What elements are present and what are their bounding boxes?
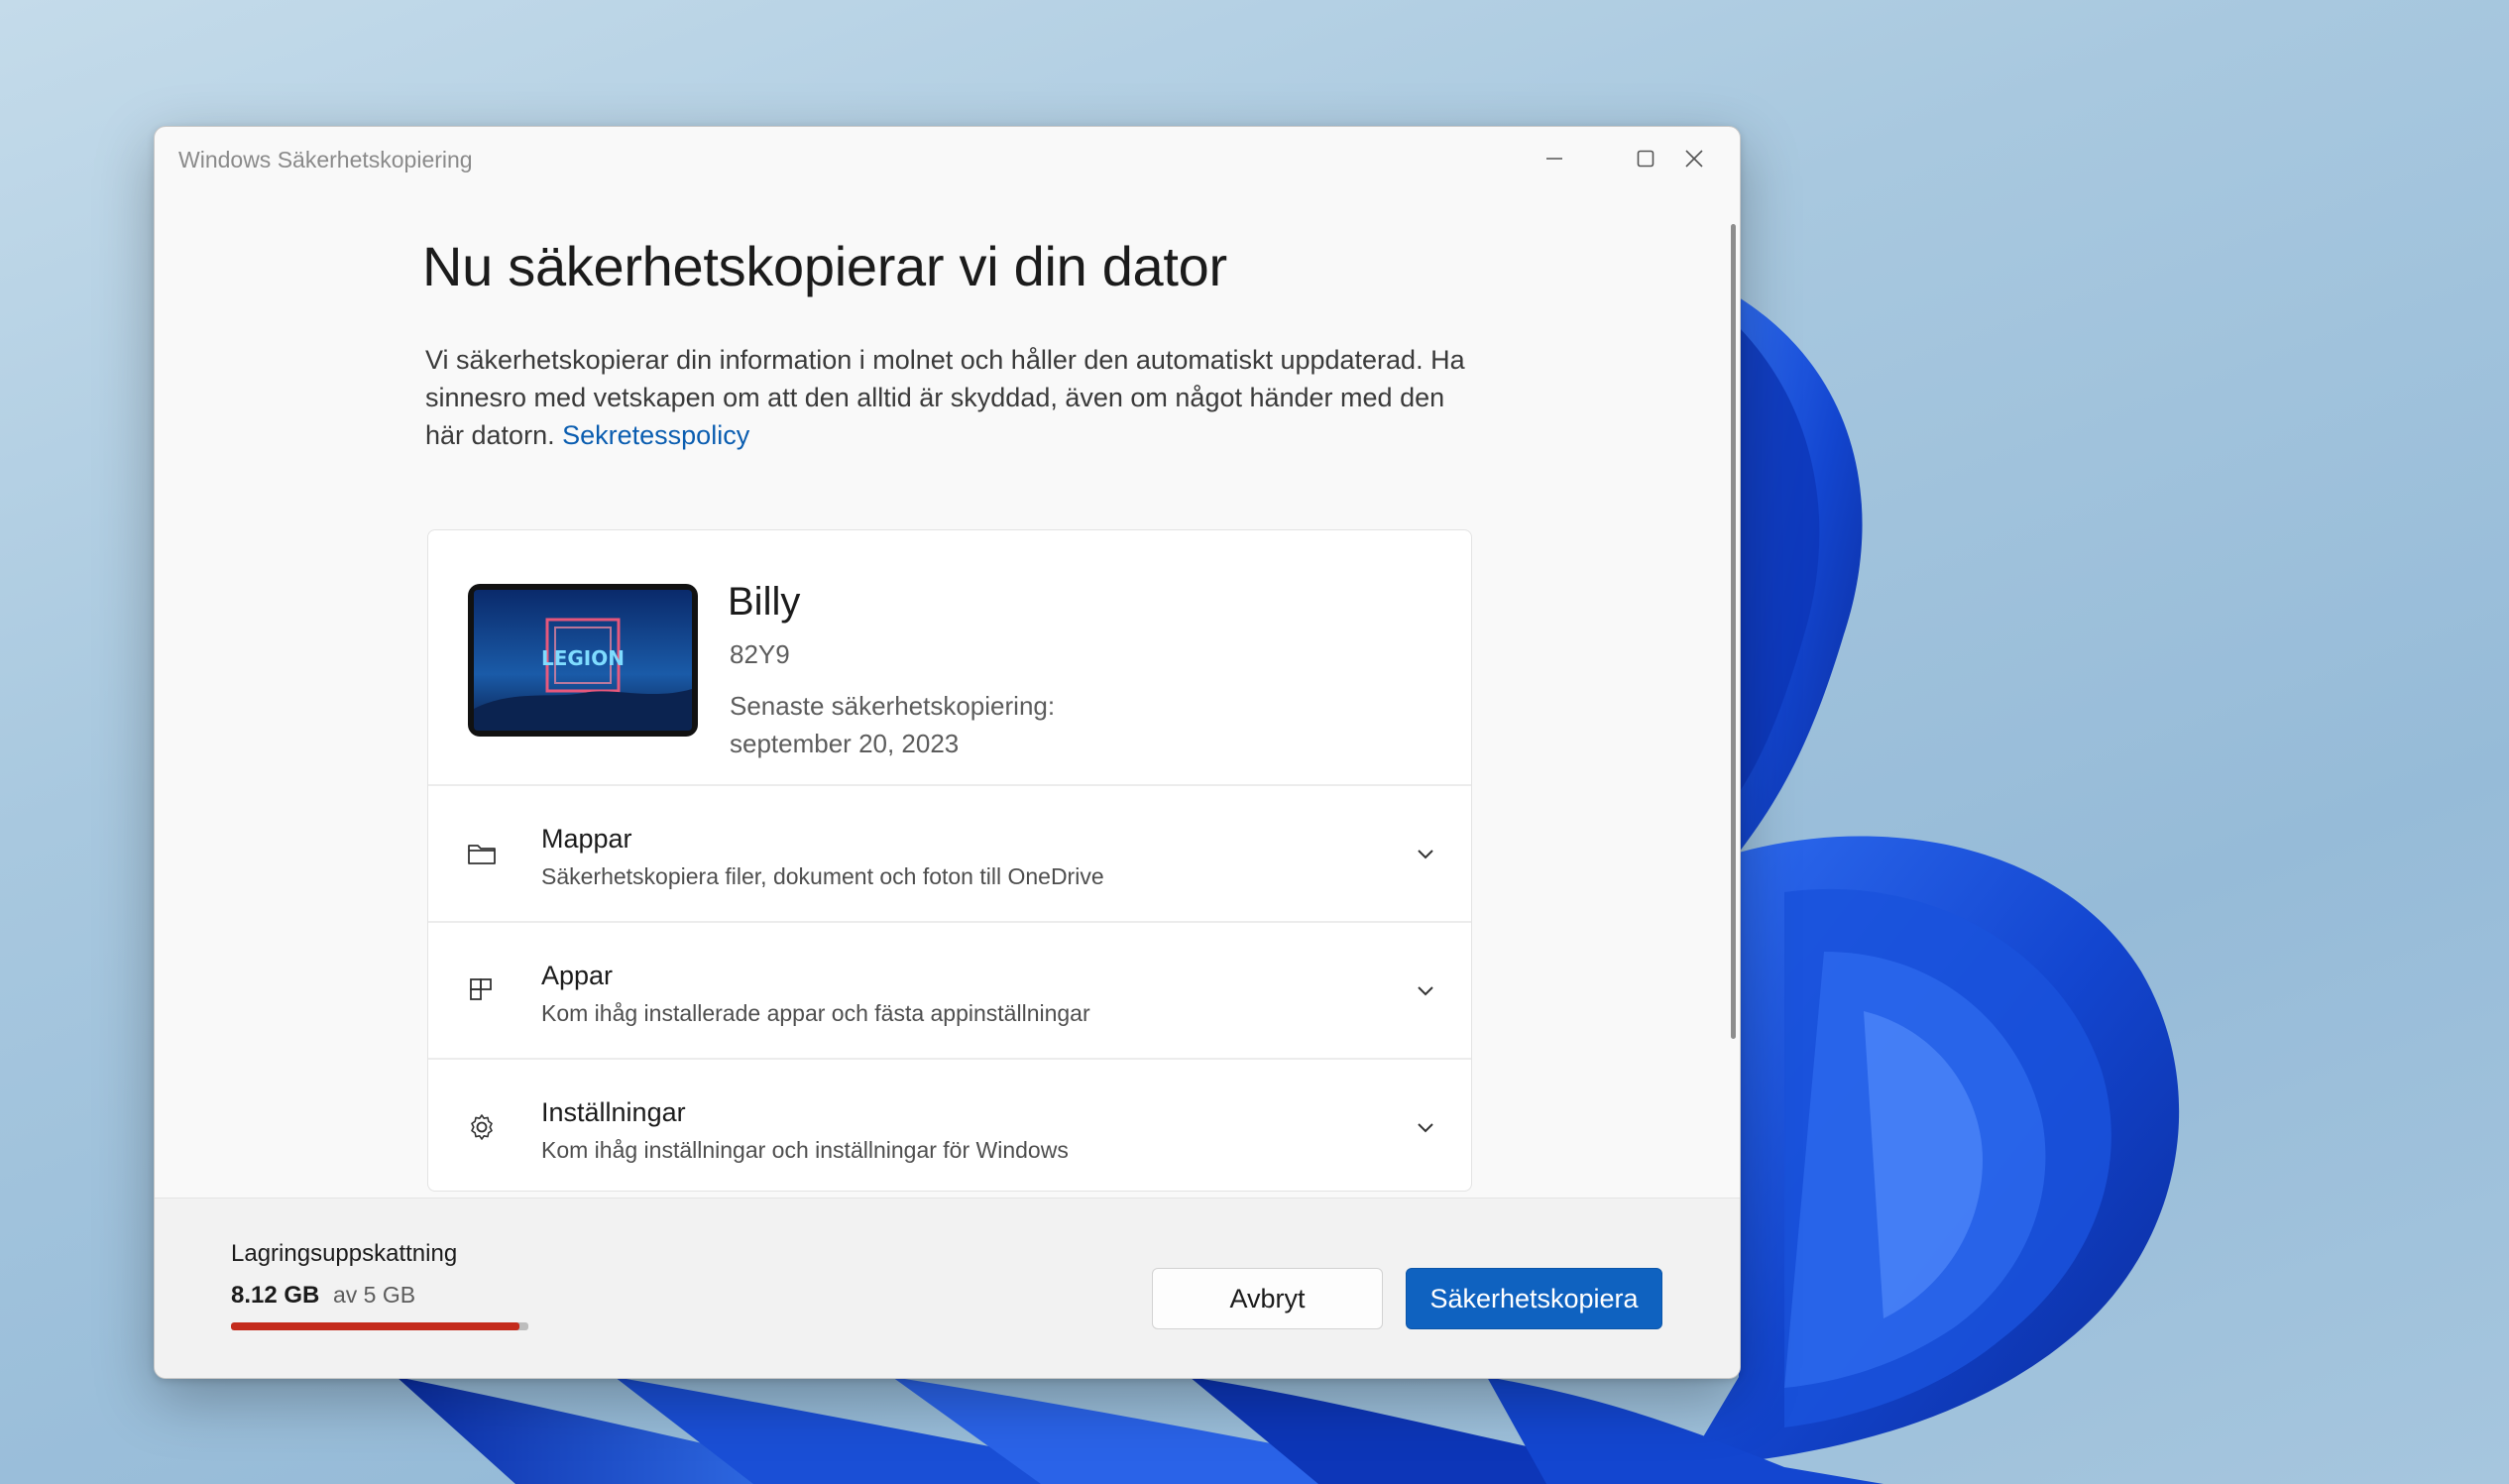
section-title: Mappar xyxy=(541,824,632,854)
minimize-icon xyxy=(1546,158,1562,160)
description: Vi säkerhetskopierar din information i m… xyxy=(425,341,1471,454)
privacy-policy-link[interactable]: Sekretesspolicy xyxy=(562,420,749,450)
last-backup-date: september 20, 2023 xyxy=(730,729,960,758)
chevron-down-icon[interactable] xyxy=(1414,978,1437,1002)
storage-estimate-label: Lagringsuppskattning xyxy=(231,1240,458,1267)
device-thumbnail: LEGION xyxy=(468,584,698,737)
thumbnail-text: LEGION xyxy=(541,646,625,670)
last-backup-label: Senaste säkerhetskopiering: xyxy=(730,691,1056,721)
device-name: Billy xyxy=(728,580,801,624)
gear-icon xyxy=(471,1114,493,1140)
backup-window: Windows Säkerhetskopiering Nu säkerhetsk… xyxy=(154,126,1741,1379)
chevron-down-icon[interactable] xyxy=(1414,1115,1437,1139)
storage-used: 8.12 GB xyxy=(231,1282,320,1309)
vertical-scrollbar[interactable] xyxy=(1731,224,1736,1039)
storage-progress-bar xyxy=(231,1322,528,1330)
folder-icon xyxy=(468,845,496,864)
section-title: Inställningar xyxy=(541,1097,686,1127)
backup-button[interactable]: Säkerhetskopiera xyxy=(1406,1268,1662,1329)
section-settings[interactable]: Inställningar Kom ihåg inställningar och… xyxy=(428,1060,1471,1191)
section-subtitle: Säkerhetskopiera filer, dokument och fot… xyxy=(541,863,1104,889)
storage-progress-fill xyxy=(231,1322,519,1330)
title-bar[interactable]: Windows Säkerhetskopiering xyxy=(155,127,1740,190)
window-title: Windows Säkerhetskopiering xyxy=(178,147,473,172)
section-apps[interactable]: Appar Kom ihåg installerade appar och fä… xyxy=(428,923,1471,1060)
chevron-down-icon[interactable] xyxy=(1414,842,1437,865)
close-icon xyxy=(1685,150,1703,168)
minimize-button[interactable] xyxy=(1509,127,1600,190)
section-subtitle: Kom ihåg inställningar och inställningar… xyxy=(541,1137,1069,1163)
section-folders[interactable]: Mappar Säkerhetskopiera filer, dokument … xyxy=(428,786,1471,923)
backup-card: LEGION Billy 82Y9 Senaste säkerhetskopie… xyxy=(427,529,1472,1192)
device-info: LEGION Billy 82Y9 Senaste säkerhetskopie… xyxy=(428,530,1471,786)
cancel-button[interactable]: Avbryt xyxy=(1152,1268,1383,1329)
close-button[interactable] xyxy=(1649,127,1740,190)
storage-total: av 5 GB xyxy=(333,1282,416,1308)
page-title: Nu säkerhetskopierar vi din dator xyxy=(422,235,1227,297)
section-title: Appar xyxy=(541,961,614,990)
footer-bar: Lagringsuppskattning 8.12 GB av 5 GB Avb… xyxy=(155,1198,1740,1378)
section-subtitle: Kom ihåg installerade appar och fästa ap… xyxy=(541,1000,1090,1026)
apps-icon xyxy=(470,978,492,1000)
device-model: 82Y9 xyxy=(730,639,790,669)
